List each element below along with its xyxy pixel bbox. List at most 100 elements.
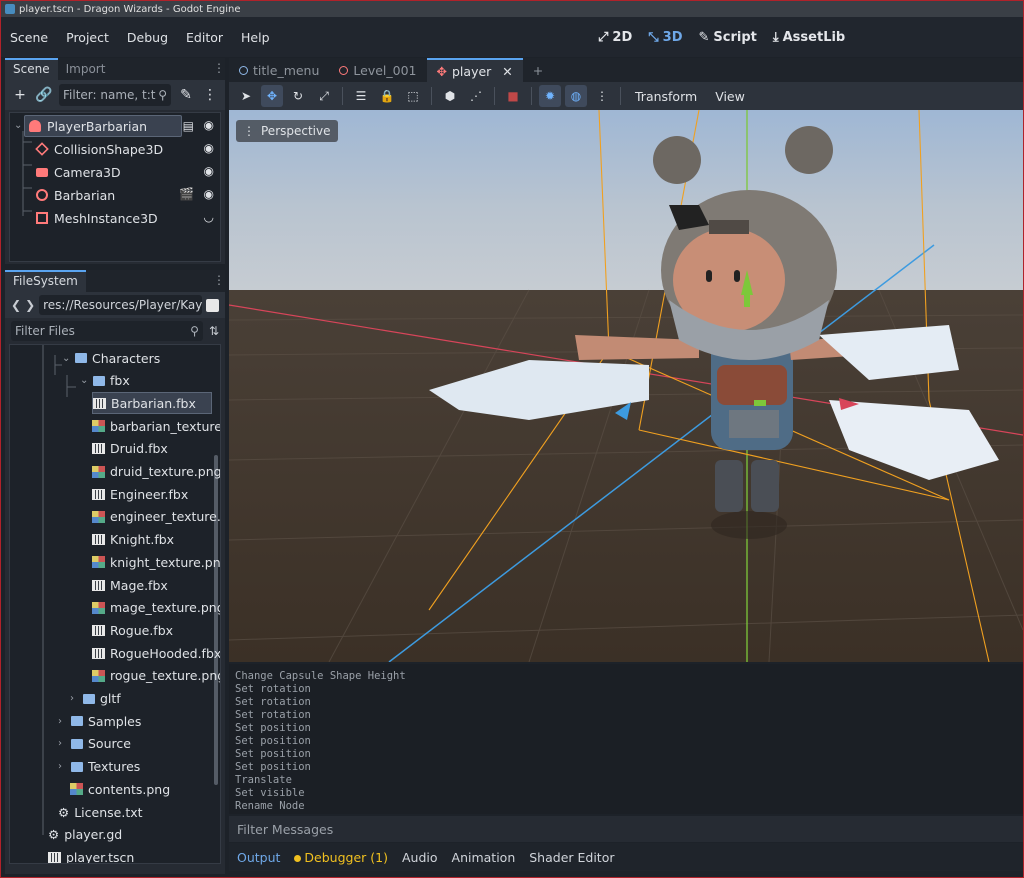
expand-arrow-icon[interactable]: › (70, 693, 78, 704)
tab-audio[interactable]: Audio (402, 850, 438, 865)
tree-node-barbarian[interactable]: Barbarian (36, 184, 115, 206)
expand-arrow-icon[interactable]: ⌄ (80, 375, 88, 386)
add-node-icon[interactable]: + (11, 86, 29, 104)
visibility-eye-icon[interactable]: ◉ (204, 187, 214, 201)
file-item[interactable]: › Samples (58, 710, 141, 732)
tree-node-playerbarbarian[interactable]: PlayerBarbarian (24, 115, 182, 137)
workspace-script[interactable]: ✎ Script (699, 30, 757, 45)
sun-preview-icon[interactable]: ✹ (539, 85, 561, 107)
file-item[interactable]: ⚙ player.gd (48, 824, 122, 846)
more-icon[interactable]: ⋮ (201, 86, 219, 104)
file-item[interactable]: player.tscn (48, 846, 134, 863)
file-item[interactable]: ⌄ Characters (62, 347, 160, 369)
file-item[interactable]: mage_texture.png (92, 597, 220, 619)
open-scene-icon[interactable]: 🎬 (179, 187, 194, 201)
tab-animation[interactable]: Animation (452, 850, 516, 865)
workspace-3d[interactable]: ⤡ 3D (648, 30, 682, 45)
tab-title-menu[interactable]: title_menu (229, 58, 329, 82)
assetlib-icon: ⤓ (772, 29, 779, 45)
tree-node-meshinstance3d[interactable]: MeshInstance3D (36, 207, 158, 229)
workspace-assetlib[interactable]: ⤓ AssetLib (773, 30, 845, 45)
add-tab-button[interactable]: + (523, 58, 553, 82)
perspective-menu[interactable]: ⋮ Perspective (236, 120, 338, 142)
select-tool-icon[interactable]: ➤ (235, 85, 257, 107)
tab-shader-editor[interactable]: Shader Editor (529, 850, 614, 865)
3d-viewport[interactable] (229, 110, 1023, 662)
more-icon[interactable]: ⋮ (591, 85, 613, 107)
dock-menu-icon[interactable]: ⋮ (213, 270, 225, 292)
file-item[interactable]: contents.png (70, 778, 170, 800)
back-icon[interactable]: ❮ (11, 298, 21, 312)
sort-icon[interactable]: ⇅ (209, 324, 219, 338)
tree-node-camera3d[interactable]: Camera3D (36, 161, 121, 183)
menu-debug[interactable]: Debug (118, 30, 177, 45)
script-icon[interactable]: ▤ (183, 119, 194, 133)
file-item[interactable]: ⚙ License.txt (58, 801, 143, 823)
dock-menu-icon[interactable]: ⋮ (213, 58, 225, 80)
filter-messages-input[interactable]: Filter Messages (229, 816, 1023, 842)
file-item[interactable]: Engineer.fbx (92, 483, 188, 505)
attach-script-icon[interactable]: ✎ (177, 86, 195, 104)
path-field[interactable]: res://Resources/Player/Kay (39, 295, 202, 315)
file-item[interactable]: barbarian_texture... (92, 415, 220, 437)
camera-preview-icon[interactable]: ■ (502, 85, 524, 107)
file-item[interactable]: ⌄ fbx (80, 370, 130, 392)
expand-arrow-icon[interactable]: › (58, 738, 66, 749)
menu-help[interactable]: Help (232, 30, 279, 45)
menu-scene[interactable]: Scene (1, 30, 57, 45)
tab-level-001[interactable]: Level_001 (329, 58, 426, 82)
local-space-icon[interactable]: ⬢ (439, 85, 461, 107)
file-item[interactable]: RogueHooded.fbx (92, 642, 220, 664)
file-item[interactable]: › Textures (58, 756, 140, 778)
collapse-arrow-icon[interactable]: ⌄ (14, 120, 22, 131)
snap-icon[interactable]: ⋰ (465, 85, 487, 107)
tab-import[interactable]: Import (58, 58, 114, 80)
expand-arrow-icon[interactable]: › (58, 761, 66, 772)
file-item[interactable]: Barbarian.fbx (92, 392, 212, 415)
file-item[interactable]: rogue_texture.png (92, 665, 220, 687)
visibility-eye-icon[interactable]: ◉ (204, 141, 214, 155)
file-item[interactable]: › Source (58, 733, 131, 755)
tab-output[interactable]: Output (237, 850, 280, 865)
tree-node-collisionshape3d[interactable]: CollisionShape3D (35, 138, 163, 160)
move-tool-icon[interactable]: ✥ (261, 85, 283, 107)
scale-tool-icon[interactable]: ⤢ (313, 85, 335, 107)
menu-editor[interactable]: Editor (177, 30, 232, 45)
transform-menu[interactable]: Transform (628, 89, 704, 104)
lock-icon[interactable]: 🔒 (376, 85, 398, 107)
forward-icon[interactable]: ❯ (25, 298, 35, 312)
file-item[interactable]: Knight.fbx (92, 529, 174, 551)
link-icon[interactable]: 🔗 (35, 86, 53, 104)
scrollbar[interactable] (214, 455, 218, 785)
view-menu[interactable]: View (708, 89, 752, 104)
file-item-label: contents.png (88, 781, 171, 797)
output-line: Set position (235, 748, 311, 760)
file-item[interactable]: Druid.fbx (92, 438, 168, 460)
menu-project[interactable]: Project (57, 30, 118, 45)
filter-files-input[interactable]: Filter Files ⚲ (11, 321, 203, 341)
group-icon[interactable]: ⬚ (402, 85, 424, 107)
expand-arrow-icon[interactable]: ⌄ (62, 353, 70, 364)
file-item[interactable]: druid_texture.png (92, 461, 220, 483)
file-item[interactable]: knight_texture.png (92, 551, 220, 573)
rotate-tool-icon[interactable]: ↻ (287, 85, 309, 107)
tab-filesystem[interactable]: FileSystem (5, 270, 86, 292)
visibility-eye-icon[interactable]: ◉ (204, 118, 214, 132)
close-icon[interactable]: ✕ (502, 64, 512, 79)
tab-scene[interactable]: Scene (5, 58, 58, 80)
file-item[interactable]: › gltf (70, 688, 121, 710)
file-item[interactable]: Rogue.fbx (92, 619, 173, 641)
environment-preview-icon[interactable]: ◍ (565, 85, 587, 107)
tab-debugger[interactable]: Debugger (1) (294, 850, 388, 865)
file-item[interactable]: engineer_texture.... (92, 506, 220, 528)
expand-arrow-icon[interactable]: › (58, 716, 66, 727)
hidden-eye-icon[interactable]: ◡ (204, 210, 214, 224)
workspace-2d[interactable]: ⤢ 2D (598, 30, 632, 45)
menu-bar: Scene Project Debug Editor Help (1, 17, 1023, 57)
list-select-icon[interactable]: ☰ (350, 85, 372, 107)
scene-filter-input[interactable]: Filter: name, t:t ⚲ (59, 84, 171, 106)
tab-player[interactable]: ✥ player ✕ (426, 58, 523, 82)
visibility-eye-icon[interactable]: ◉ (204, 164, 214, 178)
file-item[interactable]: Mage.fbx (92, 574, 168, 596)
split-mode-icon[interactable] (206, 298, 219, 312)
